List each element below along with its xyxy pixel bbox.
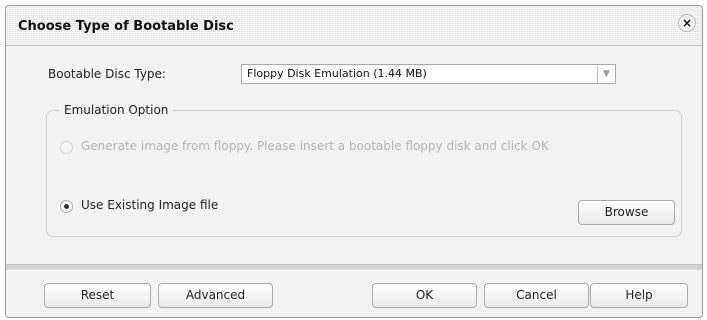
emulation-option-group: Emulation Option Generate image from flo…	[46, 103, 682, 237]
generate-from-floppy-radio[interactable]	[60, 141, 73, 154]
cancel-button[interactable]: Cancel	[484, 283, 589, 308]
disc-type-label: Bootable Disc Type:	[48, 67, 166, 81]
title-bar: Choose Type of Bootable Disc ×	[6, 6, 702, 46]
chevron-down-icon[interactable]: ▼	[597, 65, 615, 83]
browse-button[interactable]: Browse	[578, 200, 675, 225]
dialog-title: Choose Type of Bootable Disc	[18, 19, 234, 34]
use-existing-image-label: Use Existing Image file	[81, 198, 219, 212]
emulation-option-legend: Emulation Option	[59, 103, 174, 117]
ok-button[interactable]: OK	[372, 283, 477, 308]
dialog-footer: Reset Advanced OK Cancel Help	[6, 270, 702, 317]
help-button[interactable]: Help	[590, 283, 688, 308]
dialog-body: Bootable Disc Type: Floppy Disk Emulatio…	[6, 47, 702, 264]
disc-type-selected-value: Floppy Disk Emulation (1.44 MB)	[247, 67, 427, 80]
radio-selected-dot	[64, 204, 69, 209]
reset-button[interactable]: Reset	[44, 283, 151, 308]
close-icon[interactable]: ×	[678, 14, 696, 32]
disc-type-select[interactable]: Floppy Disk Emulation (1.44 MB) ▼	[241, 64, 616, 84]
advanced-button[interactable]: Advanced	[158, 283, 273, 308]
use-existing-image-radio[interactable]	[60, 200, 73, 213]
bootable-disc-dialog: Choose Type of Bootable Disc × Bootable …	[5, 5, 703, 318]
generate-from-floppy-label: Generate image from floppy. Please inser…	[81, 139, 549, 153]
